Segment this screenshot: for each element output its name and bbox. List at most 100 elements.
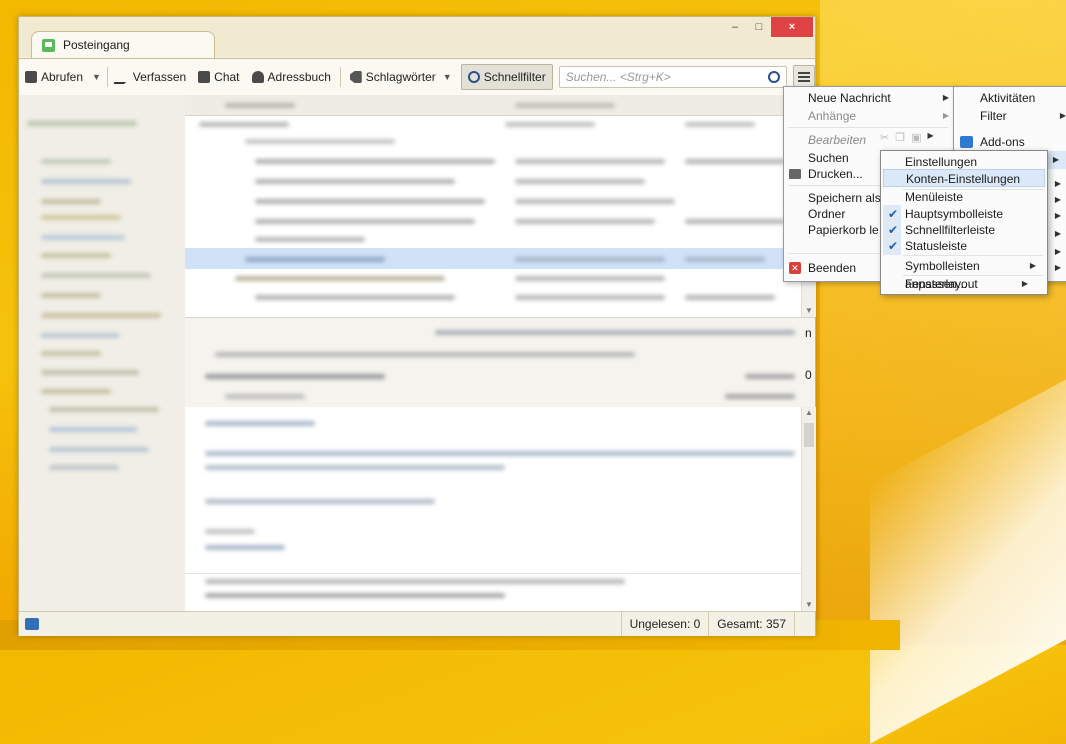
message-header-pane: n 0 bbox=[185, 317, 815, 409]
get-mail-button[interactable]: Abrufen bbox=[19, 65, 89, 89]
chat-button[interactable]: Chat bbox=[192, 65, 245, 89]
chevron-right-icon: ▶ bbox=[1054, 179, 1062, 188]
folder-item[interactable] bbox=[41, 293, 101, 298]
quit-icon: ✕ bbox=[789, 262, 801, 274]
folder-pane[interactable] bbox=[19, 95, 185, 611]
chevron-down-icon[interactable]: ▼ bbox=[802, 599, 816, 611]
menu-activities[interactable]: Aktivitäten bbox=[954, 89, 1066, 107]
address-book-button[interactable]: Adressbuch bbox=[246, 65, 337, 89]
header-meta bbox=[725, 394, 795, 399]
message-row[interactable] bbox=[255, 159, 495, 164]
folder-item[interactable] bbox=[41, 179, 131, 184]
message-row[interactable] bbox=[255, 219, 475, 224]
folder-item[interactable] bbox=[41, 313, 161, 318]
column-header[interactable] bbox=[225, 103, 295, 108]
maximize-button[interactable]: □ bbox=[747, 17, 771, 37]
folder-item[interactable] bbox=[41, 333, 119, 338]
header-date bbox=[225, 394, 305, 399]
message-cell bbox=[685, 219, 785, 224]
submenu-status-bar[interactable]: ✔ Statusleiste bbox=[883, 237, 1045, 255]
menu-new-message[interactable]: Neue Nachricht ▶ bbox=[784, 89, 954, 107]
menu-label: Statusleiste bbox=[905, 239, 968, 253]
compose-button[interactable]: Verfassen bbox=[111, 65, 192, 89]
quick-filter-label: Schnellfilter bbox=[483, 70, 546, 84]
folder-item[interactable] bbox=[41, 235, 125, 240]
menu-label: Speichern als bbox=[808, 191, 881, 205]
folder-item[interactable] bbox=[41, 215, 121, 220]
close-button[interactable]: × bbox=[771, 17, 813, 37]
printer-icon bbox=[789, 169, 801, 179]
menu-filter[interactable]: Filter ▶ bbox=[954, 107, 1066, 125]
folder-item[interactable] bbox=[41, 389, 111, 394]
message-row[interactable] bbox=[255, 199, 485, 204]
submenu-account-settings[interactable]: Konten-Einstellungen bbox=[883, 169, 1045, 187]
search-icon[interactable] bbox=[767, 71, 780, 83]
menu-label: Ordner bbox=[808, 207, 846, 221]
folder-item[interactable] bbox=[41, 351, 101, 356]
message-row[interactable] bbox=[255, 179, 455, 184]
titlebar: Posteingang – □ × bbox=[19, 17, 815, 58]
toolbar-divider bbox=[339, 67, 341, 87]
folder-item[interactable] bbox=[49, 427, 137, 432]
compose-label: Verfassen bbox=[132, 70, 187, 84]
paste-icon[interactable]: ▣ bbox=[911, 131, 921, 144]
menu-label: Konten-Einstellungen bbox=[906, 172, 1021, 186]
body-scrollbar[interactable]: ▲ ▼ bbox=[801, 407, 816, 611]
chevron-right-icon: ▶ bbox=[1052, 155, 1060, 164]
thread-pane[interactable]: ▼ bbox=[185, 95, 816, 317]
chevron-down-icon[interactable]: ▼ bbox=[802, 305, 816, 317]
column-header[interactable] bbox=[515, 103, 615, 108]
message-row[interactable] bbox=[245, 257, 385, 262]
folder-item[interactable] bbox=[41, 253, 111, 258]
folder-item[interactable] bbox=[49, 447, 149, 452]
header-fragment: n bbox=[805, 326, 812, 340]
tab-inbox[interactable]: Posteingang bbox=[31, 31, 215, 58]
folder-item[interactable] bbox=[41, 273, 151, 278]
header-subject bbox=[435, 330, 795, 335]
resize-grip[interactable] bbox=[794, 612, 815, 636]
window-controls: – □ × bbox=[723, 17, 813, 37]
chevron-up-icon[interactable]: ▲ bbox=[802, 407, 816, 419]
message-row[interactable] bbox=[255, 295, 455, 300]
menu-empty-trash[interactable]: Papierkorb leeren bbox=[784, 221, 878, 239]
menu-attachments[interactable]: Anhänge ▶ bbox=[784, 107, 954, 125]
online-status-icon[interactable] bbox=[25, 618, 39, 630]
message-row[interactable] bbox=[245, 139, 395, 144]
body-line bbox=[205, 499, 435, 504]
get-mail-dropdown[interactable]: ▼ bbox=[89, 72, 104, 82]
folder-item[interactable] bbox=[49, 407, 159, 412]
folder-item[interactable] bbox=[41, 370, 139, 375]
search-input[interactable]: Suchen... <Strg+K> bbox=[558, 66, 787, 88]
folder-item[interactable] bbox=[27, 121, 137, 126]
message-row[interactable] bbox=[235, 276, 445, 281]
total-count: Gesamt: 357 bbox=[708, 612, 794, 636]
submenu-menubar[interactable]: Menüleiste bbox=[883, 188, 1045, 206]
body-line bbox=[205, 593, 505, 598]
tags-label: Schlagwörter bbox=[365, 70, 436, 84]
thunderbird-window: Posteingang – □ × Abrufen ▼ Verfassen Ch… bbox=[18, 16, 816, 636]
divider bbox=[185, 573, 801, 574]
submenu-customize-toolbars[interactable]: Symbolleisten anpassen... ▶ bbox=[883, 257, 1045, 291]
message-row[interactable] bbox=[199, 122, 289, 127]
folder-item[interactable] bbox=[41, 159, 111, 164]
tag-icon bbox=[349, 71, 362, 83]
copy-icon[interactable]: ❐ bbox=[895, 131, 905, 144]
mail-content: ▼ n 0 ▲ ▼ bbox=[19, 95, 816, 611]
tags-button[interactable]: Schlagwörter ▼ bbox=[344, 65, 461, 89]
message-body-pane[interactable]: ▲ ▼ bbox=[185, 407, 816, 611]
minimize-button[interactable]: – bbox=[723, 17, 747, 37]
quick-filter-button[interactable]: Schnellfilter bbox=[460, 64, 553, 90]
message-cell bbox=[515, 276, 665, 281]
tab-label: Posteingang bbox=[63, 38, 130, 52]
header-meta bbox=[745, 374, 795, 379]
folder-item[interactable] bbox=[41, 199, 101, 204]
menu-addons[interactable]: Add-ons bbox=[954, 133, 1066, 151]
menu-options-open[interactable]: ▶ bbox=[1048, 151, 1066, 169]
scroll-thumb[interactable] bbox=[804, 423, 814, 447]
folder-item[interactable] bbox=[49, 465, 119, 470]
cut-icon[interactable]: ✂ bbox=[880, 131, 889, 144]
checkmark-icon: ✔ bbox=[887, 239, 899, 253]
main-toolbar: Abrufen ▼ Verfassen Chat Adressbuch Schl… bbox=[19, 58, 816, 96]
submenu-window-layout[interactable]: Fensterlayout ▶ bbox=[883, 275, 1045, 293]
message-row[interactable] bbox=[255, 237, 365, 242]
